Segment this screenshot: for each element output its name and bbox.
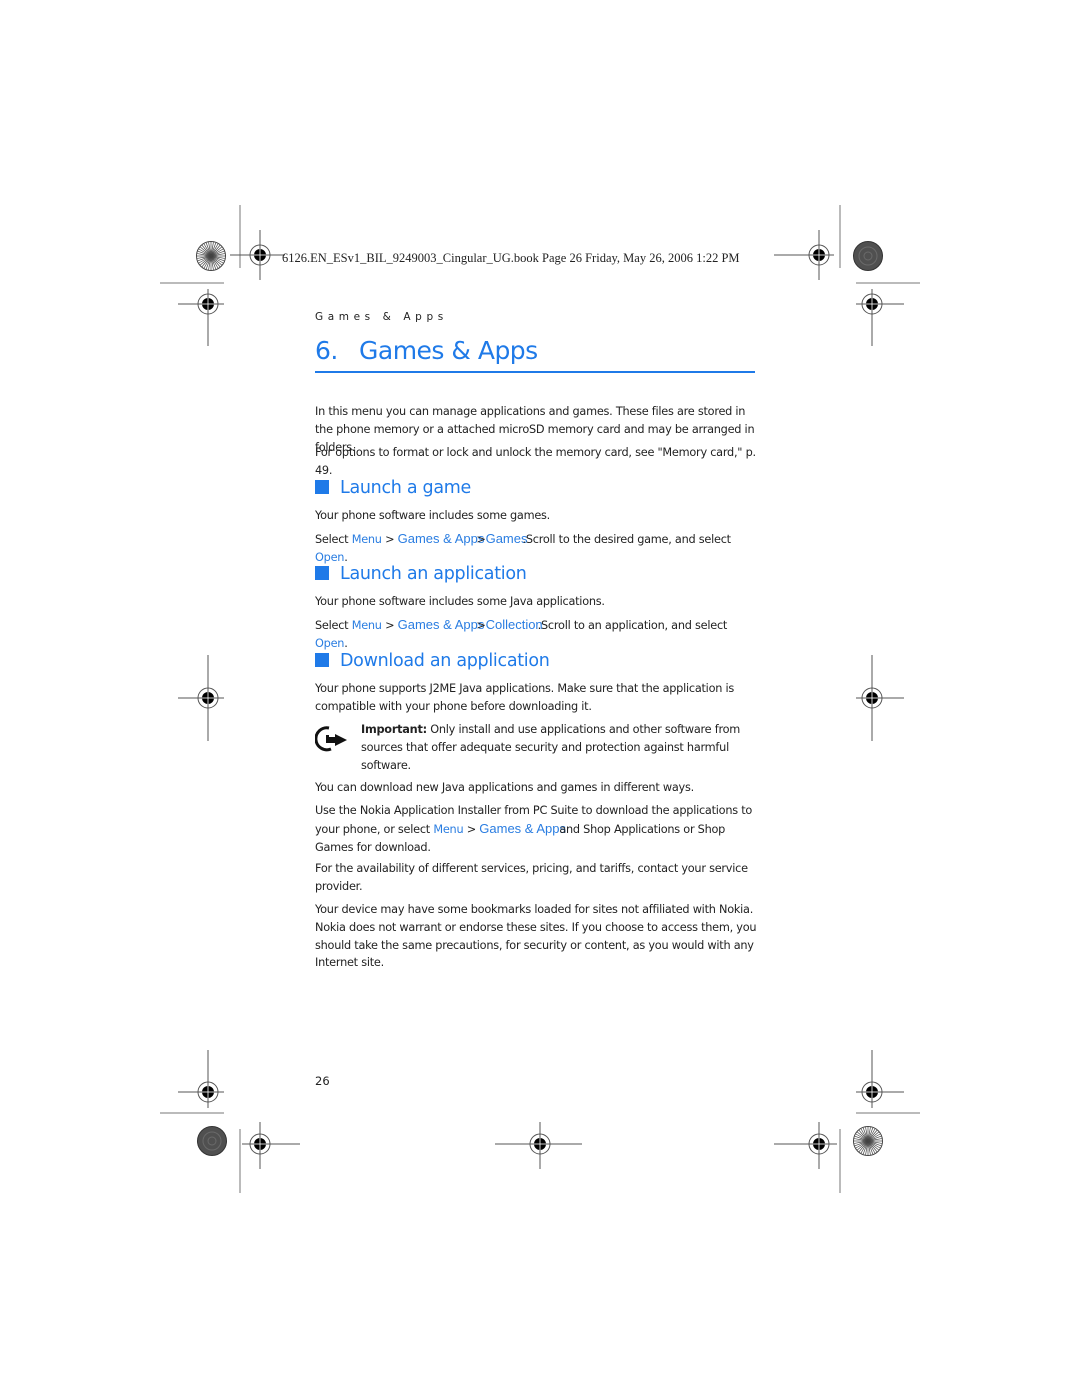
section-heading-download-application: Download an application <box>315 651 550 671</box>
chapter-title: 6. Games & Apps <box>315 336 538 365</box>
menu-link: Menu <box>351 533 382 546</box>
registration-mark-right-lower <box>856 1050 904 1108</box>
separator: > <box>476 619 486 632</box>
open-softkey: Open <box>315 550 345 564</box>
menu-path: Collection <box>485 617 543 632</box>
chapter-title-text: Games & Apps <box>359 336 538 365</box>
registration-mark-top-left <box>230 230 285 280</box>
menu-path: Games & Apps <box>479 820 566 836</box>
gray-target-bottom-left <box>197 1126 227 1156</box>
separator: > <box>463 822 480 836</box>
section-paragraph: Your phone supports J2ME Java applicatio… <box>315 682 735 713</box>
running-header: Games & Apps <box>315 311 448 323</box>
registration-mark-right-upper <box>856 289 904 346</box>
gray-target-top-right <box>853 241 883 271</box>
chapter-title-rule <box>315 371 755 373</box>
registration-mark-left-upper <box>178 289 224 346</box>
instruction-text: .Scroll to the desired game, and select <box>522 533 731 546</box>
slug-line: 6126.EN_ESv1_BIL_9249003_Cingular_UG.boo… <box>282 251 740 265</box>
section-instruction: Select Menu > Games & Apps>Games.Scroll … <box>315 530 760 567</box>
section-heading-launch-game: Launch a game <box>315 478 471 498</box>
registration-mark-left-lower <box>178 1050 224 1108</box>
section-heading-launch-application: Launch an application <box>315 564 527 584</box>
separator: > <box>381 619 398 632</box>
open-softkey: Open <box>315 636 345 650</box>
instruction-text: Select <box>315 533 352 546</box>
star-target-top-left <box>196 241 226 271</box>
important-note: Important: Only install and use applicat… <box>361 721 761 774</box>
instruction-text: . <box>344 550 348 564</box>
registration-mark-top-right <box>774 230 834 280</box>
registration-mark-right-middle <box>856 655 904 741</box>
section-instruction: Select Menu > Games & Apps>Collection.Sc… <box>315 616 760 653</box>
section-heading-text: Download an application <box>340 651 550 671</box>
registration-mark-bottom-left <box>242 1122 300 1169</box>
instruction-text: .Scroll to an application, and select <box>537 619 728 632</box>
heading-square-icon <box>315 480 329 494</box>
menu-path: Games & Apps <box>397 531 485 546</box>
section-heading-text: Launch a game <box>340 478 471 498</box>
intro-paragraph: For options to format or lock and unlock… <box>315 446 756 477</box>
section-paragraph: Your device may have some bookmarks load… <box>315 903 757 970</box>
registration-mark-bottom-center <box>495 1122 582 1169</box>
section-heading-text: Launch an application <box>340 564 527 584</box>
section-paragraph: Your phone software includes some games. <box>315 509 551 522</box>
registration-mark-left-middle <box>178 655 224 741</box>
section-paragraph: Your phone software includes some Java a… <box>315 595 605 608</box>
separator: > <box>381 533 398 546</box>
section-paragraph: You can download new Java applications a… <box>315 781 694 794</box>
separator: > <box>476 533 486 546</box>
important-hand-icon <box>315 726 347 752</box>
instruction-text: Select <box>315 619 352 632</box>
instruction-text: . <box>344 636 348 650</box>
menu-link: Menu <box>433 822 464 836</box>
page-number: 26 <box>315 1074 330 1088</box>
section-paragraph: For the availability of different servic… <box>315 862 748 893</box>
chapter-number: 6. <box>315 336 338 365</box>
heading-square-icon <box>315 566 329 580</box>
heading-square-icon <box>315 653 329 667</box>
menu-link: Menu <box>351 619 382 632</box>
registration-mark-bottom-right <box>774 1122 837 1169</box>
note-label: Important: <box>361 723 427 736</box>
star-target-bottom-right <box>853 1126 883 1156</box>
menu-path: Games & Apps <box>397 617 485 632</box>
installer-paragraph: Use the Nokia Application Installer from… <box>315 802 760 856</box>
